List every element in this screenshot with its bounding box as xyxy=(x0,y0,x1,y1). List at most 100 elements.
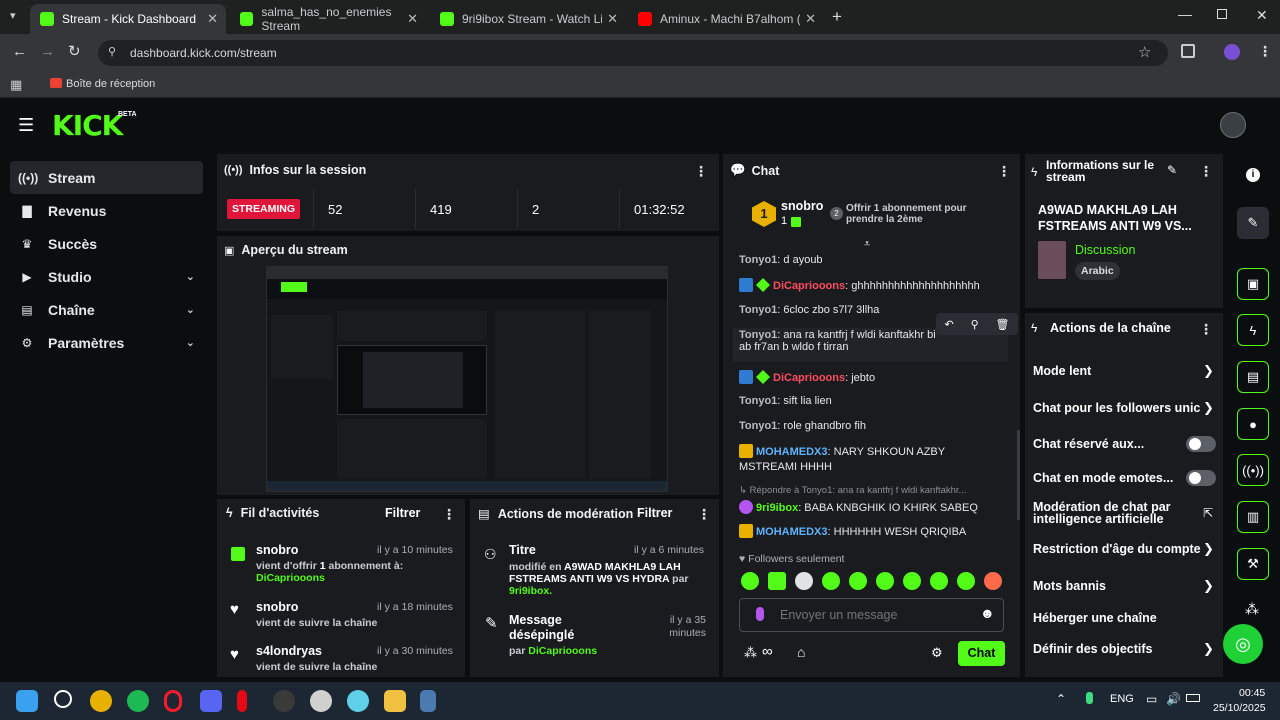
action-ai-moderation[interactable]: Modération de chat par intelligence arti… xyxy=(1033,501,1183,526)
site-info-icon[interactable]: ⚲ xyxy=(108,45,116,58)
notes-button[interactable]: ▤ xyxy=(1237,361,1269,393)
calculator-icon[interactable] xyxy=(420,690,436,712)
tray-chevron-up-icon[interactable]: ⌃ xyxy=(1056,692,1066,706)
close-tab-icon[interactable]: ✕ xyxy=(207,11,218,27)
activity-user[interactable]: snobro xyxy=(256,543,298,557)
kick-logo[interactable]: KICK xyxy=(52,109,123,142)
screen-recorder-icon[interactable] xyxy=(310,690,332,712)
category-thumbnail[interactable] xyxy=(1038,241,1066,279)
chat-input[interactable]: ☻ xyxy=(739,598,1004,632)
file-explorer-icon[interactable] xyxy=(384,690,406,712)
activity-user[interactable]: snobro xyxy=(256,600,298,614)
minimize-icon[interactable]: — xyxy=(1178,6,1192,22)
chat-menu-icon[interactable]: ⋮ xyxy=(997,163,1011,180)
obs-icon[interactable] xyxy=(273,690,295,712)
volume-icon[interactable]: 🔊 xyxy=(1166,692,1181,706)
back-icon[interactable]: ← xyxy=(12,43,27,60)
tray-mic-icon[interactable] xyxy=(1086,692,1093,704)
sidebar-item-parametres[interactable]: ⚙ Paramètres ⌄ xyxy=(10,326,203,359)
screenshot-button[interactable]: ▣ xyxy=(1237,268,1269,300)
reload-icon[interactable]: ↻ xyxy=(68,42,81,60)
battery-icon[interactable] xyxy=(1186,694,1200,702)
taskbar-clock[interactable]: 00:45 xyxy=(1239,687,1265,699)
bookmark-star-icon[interactable]: ☆ xyxy=(1138,43,1151,61)
close-window-icon[interactable]: ✕ xyxy=(1256,7,1268,24)
gift-leader-name[interactable]: snobro xyxy=(781,199,823,213)
action-banned-words[interactable]: Mots bannis xyxy=(1033,579,1213,593)
category-link[interactable]: Discussion xyxy=(1075,243,1135,257)
delete-icon[interactable]: 🗑 xyxy=(996,318,1010,331)
chat-username[interactable]: 9ri9ibox xyxy=(756,502,798,514)
emote-icon[interactable] xyxy=(984,572,1002,590)
opera-icon[interactable] xyxy=(164,690,182,712)
sidebar-item-studio[interactable]: ▶ Studio ⌄ xyxy=(10,260,203,293)
tab-aminux[interactable]: Aminux - Machi B7alhom (Offic ✕ xyxy=(628,4,824,34)
close-tab-icon[interactable]: ✕ xyxy=(407,11,418,27)
tab-kick-dashboard[interactable]: Stream - Kick Dashboard ✕ xyxy=(30,4,226,34)
user-avatar[interactable] xyxy=(1220,112,1246,138)
sidebar-item-revenus[interactable]: ▇ Revenus xyxy=(10,194,203,227)
subscribers-only-toggle[interactable] xyxy=(1186,436,1216,452)
omnibox[interactable]: ⚲ dashboard.kick.com/stream ☆ xyxy=(98,40,1168,66)
moderation-actor[interactable]: DiCaprioo​ons xyxy=(528,645,597,657)
quick-actions-button[interactable]: ϟ xyxy=(1237,314,1269,346)
close-tab-icon[interactable]: ✕ xyxy=(607,11,618,27)
tray-monitor-icon[interactable]: ▭ xyxy=(1146,692,1157,706)
chat-username[interactable]: DiCaprioo​ons xyxy=(773,372,845,384)
emote-icon[interactable] xyxy=(768,572,786,590)
infinity-icon[interactable]: ∞ xyxy=(762,643,773,660)
moderation-actor[interactable]: 9ri9ibox. xyxy=(509,585,552,597)
chat-username[interactable]: MOHAMEDX3 xyxy=(756,446,828,458)
chat-message-input[interactable] xyxy=(780,605,970,625)
sidebar-item-succes[interactable]: ♛ Succès xyxy=(10,227,203,260)
chat-username[interactable]: MOHAMEDX3 xyxy=(756,526,828,538)
edit-stream-info-button[interactable]: ✎ xyxy=(1237,207,1269,239)
chrome-icon[interactable] xyxy=(90,690,112,712)
chat-popout-button[interactable]: ● xyxy=(1237,408,1269,440)
emote-icon[interactable] xyxy=(741,572,759,590)
moderation-filter-button[interactable]: Filtrer xyxy=(637,506,672,520)
support-chat-button[interactable]: ◎ xyxy=(1223,624,1263,664)
stream-info-menu-icon[interactable]: ⋮ xyxy=(1199,163,1213,180)
emoji-icon[interactable]: ☻ xyxy=(980,605,995,621)
discord-icon[interactable] xyxy=(200,690,222,712)
chat-send-button[interactable]: Chat xyxy=(958,641,1005,666)
chat-username[interactable]: Tonyo1 xyxy=(739,395,777,407)
people-icon[interactable]: ⁂ xyxy=(744,645,757,661)
action-age-restriction[interactable]: Restriction d'âge du compte xyxy=(1033,542,1213,556)
info-icon[interactable]: i xyxy=(1246,168,1260,182)
stream-preview-video[interactable] xyxy=(266,266,668,492)
emote-icon[interactable] xyxy=(795,572,813,590)
chat-username[interactable]: Tonyo1 xyxy=(739,420,777,432)
forward-icon[interactable]: → xyxy=(40,43,55,60)
session-menu-icon[interactable]: ⋮ xyxy=(694,163,708,180)
bookmark-inbox[interactable]: Boîte de réception xyxy=(66,78,155,90)
broadcast-button[interactable]: ((•)) xyxy=(1237,454,1269,486)
action-followers-only[interactable]: Chat pour les followers unic xyxy=(1033,401,1201,415)
tab-search-icon[interactable]: ▾ xyxy=(10,9,16,22)
chat-settings-icon[interactable]: ⚙ xyxy=(931,645,943,661)
windows-start-icon[interactable] xyxy=(16,690,38,712)
hamburger-menu-icon[interactable]: ☰ xyxy=(18,115,34,136)
moderation-menu-icon[interactable]: ⋮ xyxy=(697,506,711,523)
restore-icon[interactable] xyxy=(1217,9,1227,19)
chat-username[interactable]: DiCaprioo​ons xyxy=(773,280,845,292)
taskbar-date[interactable]: 25/10/2025 xyxy=(1213,702,1266,714)
netflix-icon[interactable] xyxy=(237,690,247,712)
activity-filter-button[interactable]: Filtrer xyxy=(385,506,420,520)
sidebar-item-stream[interactable]: ((•)) Stream xyxy=(10,161,203,194)
browser-menu-icon[interactable]: ⋮ xyxy=(1258,43,1272,60)
activity-menu-icon[interactable]: ⋮ xyxy=(442,506,456,523)
spotify-icon[interactable] xyxy=(127,690,149,712)
vpn-icon[interactable] xyxy=(347,690,369,712)
tab-salma[interactable]: salma_has_no_enemies Stream ✕ xyxy=(230,4,426,34)
emote-icon[interactable] xyxy=(849,572,867,590)
store-icon[interactable]: ⌂ xyxy=(797,644,805,660)
emote-icon[interactable] xyxy=(903,572,921,590)
apps-grid-icon[interactable]: ▦ xyxy=(10,77,22,93)
search-icon[interactable] xyxy=(54,690,72,708)
action-set-goals[interactable]: Définir des objectifs xyxy=(1033,642,1213,656)
emote-icon[interactable] xyxy=(876,572,894,590)
sidebar-item-chaine[interactable]: ▤ Chaîne ⌄ xyxy=(10,293,203,326)
layout-button[interactable]: ▥ xyxy=(1237,501,1269,533)
